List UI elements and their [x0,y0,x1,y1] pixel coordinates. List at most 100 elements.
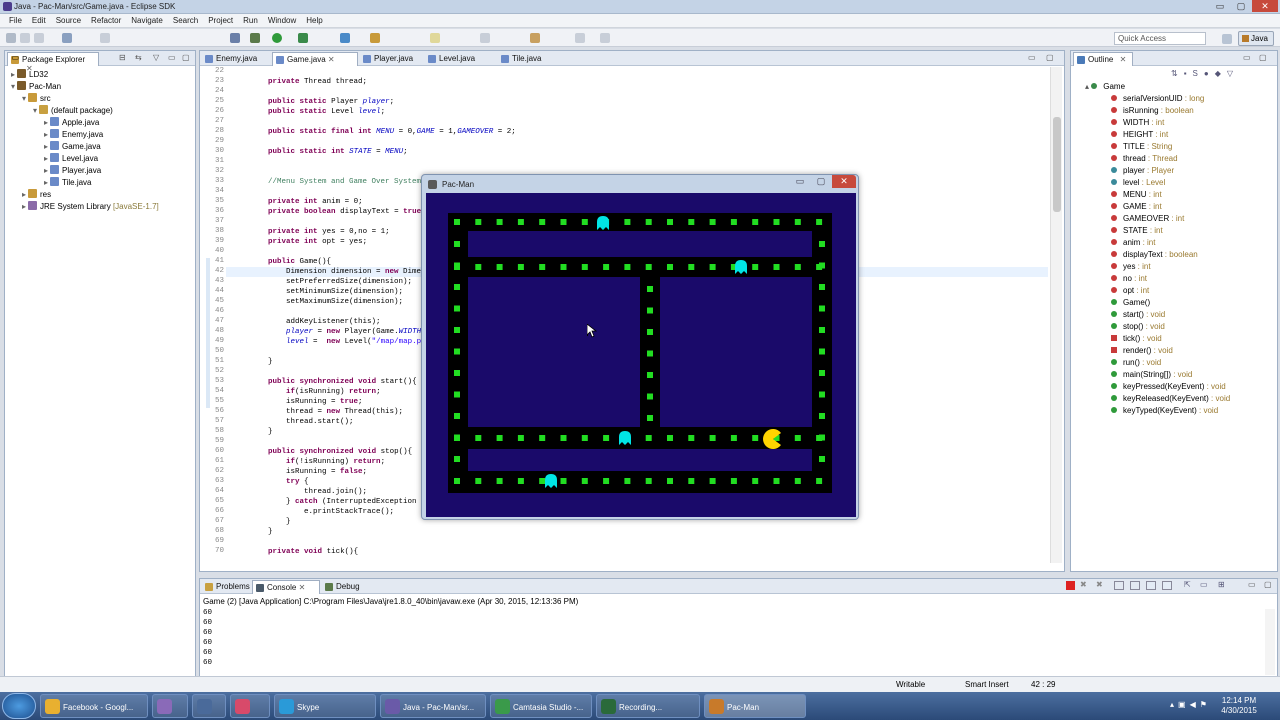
outline-item[interactable]: keyPressed(KeyEvent) : void [1111,382,1226,394]
outline-item[interactable]: no : int [1111,274,1147,286]
remove-launch-icon[interactable]: ✖ [1080,580,1087,589]
taskbar-clock[interactable]: 12:14 PM 4/30/2015 [1214,696,1264,716]
hide-nonpublic-icon[interactable]: ● [1204,69,1209,78]
outline-item[interactable]: displayText : boolean [1111,250,1198,262]
save-icon[interactable] [20,33,30,43]
minimize-view-icon[interactable]: ▭ [1243,53,1251,62]
hide-local-types-icon[interactable]: ◆ [1215,69,1221,78]
code-line[interactable]: private boolean displayText = true; [250,208,426,216]
code-line[interactable]: public synchronized void stop(){ [250,448,412,456]
word-wrap-icon[interactable] [1146,581,1156,590]
outline-item[interactable]: opt : int [1111,286,1149,298]
debug-icon[interactable] [250,33,260,43]
expand-arrow-icon[interactable]: ▸ [44,142,48,151]
game-minimize-button[interactable]: ▭ [790,175,810,188]
flag-icon[interactable]: ⚑ [1200,700,1207,709]
open-perspective-icon[interactable] [1222,34,1232,44]
coverage-icon[interactable] [298,33,308,43]
tab-debug[interactable]: Debug [322,580,366,594]
code-line[interactable]: public Game(){ [250,258,331,266]
pacman-task[interactable]: Pac-Man [704,694,806,718]
editor-minimize-icon[interactable]: ▭ [11,53,19,62]
outline-item[interactable]: MENU : int [1111,190,1162,202]
open-type-icon[interactable] [370,33,380,43]
menu-project[interactable]: Project [203,14,238,27]
explorer-task[interactable] [192,694,226,718]
code-line[interactable]: private int opt = yes; [250,238,367,246]
pin-editor-icon[interactable] [600,33,610,43]
code-line[interactable]: addKeyListener(this); [250,318,381,326]
perspective-java-button[interactable]: Java [1238,31,1274,46]
code-line[interactable]: isRunning = false; [250,468,367,476]
tab-game[interactable]: Game.java ✕ [272,52,358,66]
volume-icon[interactable]: ◀ [1190,700,1196,709]
maximize-view-icon[interactable]: ▢ [182,53,190,62]
package-tree-item[interactable]: ▸ res [22,189,51,201]
display-console-icon[interactable]: ▭ [1200,580,1208,589]
package-tree-item[interactable]: ▸ JRE System Library [JavaSE-1.7] [22,201,159,213]
code-line[interactable]: e.printStackTrace(); [250,508,394,516]
expand-arrow-icon[interactable]: ▸ [22,190,26,199]
new-class-icon[interactable] [340,33,350,43]
package-tree-item[interactable]: ▸ Level.java [44,153,98,165]
clear-console-icon[interactable] [1114,581,1124,590]
expand-arrow-icon[interactable]: ▸ [44,154,48,163]
expand-arrow-icon[interactable]: ▾ [11,82,15,91]
package-tree-item[interactable]: ▸ Apple.java [44,117,99,129]
close-tab-icon[interactable]: ✕ [326,55,335,64]
terminate-icon[interactable] [1066,581,1075,590]
package-tree-item[interactable]: ▸ Tile.java [44,177,92,189]
menu-run[interactable]: Run [238,14,263,27]
expand-arrow-icon[interactable]: ▸ [11,70,15,79]
scrollbar-thumb[interactable] [1053,117,1061,212]
recording-task[interactable]: Recording... [596,694,700,718]
outline-item[interactable]: GAMEOVER : int [1111,214,1184,226]
outline-item[interactable]: render() : void [1111,346,1173,358]
outline-item[interactable]: tick() : void [1111,334,1162,346]
back-icon[interactable] [530,33,540,43]
close-button[interactable]: ✕ [1252,0,1278,12]
package-tree-item[interactable]: ▸ LD32 [11,69,48,81]
tab-tile[interactable]: Tile.java [498,52,542,66]
next-annotation-icon[interactable] [480,33,490,43]
code-line[interactable]: level = new Level("/map/map.png" [250,338,435,346]
expand-arrow-icon[interactable]: ▸ [44,130,48,139]
code-line[interactable]: thread = new Thread(this); [250,408,403,416]
outline-item[interactable]: yes : int [1111,262,1151,274]
package-tree-item[interactable]: ▾ Pac-Man [11,81,61,93]
collapse-all-icon[interactable]: ⊟ [119,53,126,62]
outline-item[interactable]: main(String[]) : void [1111,370,1192,382]
outline-item[interactable]: level : Level [1111,178,1165,190]
code-line[interactable]: private void tick(){ [250,548,358,556]
run-icon[interactable] [272,33,282,43]
expand-arrow-icon[interactable]: ▾ [22,94,26,103]
expand-arrow-icon[interactable]: ▸ [22,202,26,211]
itunes-task[interactable] [230,694,270,718]
pacman-game-window[interactable]: Pac-Man ▭ ▢ ✕ [421,174,859,520]
forward-icon[interactable] [575,33,585,43]
minimize-view-icon[interactable]: ▭ [168,53,176,62]
network-icon[interactable]: ▣ [1178,700,1186,709]
outline-item[interactable]: TITLE : String [1111,142,1172,154]
editor-maximize-icon[interactable]: ▢ [1046,53,1054,62]
skype-task[interactable]: Skype [274,694,376,718]
tab-level[interactable]: Level.java [425,52,495,66]
minimize-view-icon[interactable]: ▭ [1248,580,1256,589]
tab-outline[interactable]: Outline ✕ [1073,52,1133,66]
maximize-view-icon[interactable]: ▢ [1264,580,1272,589]
print-icon[interactable] [62,33,72,43]
code-line[interactable]: if(!isRunning) return; [250,458,385,466]
code-line[interactable]: setMinimumSize(dimension); [250,288,403,296]
code-line[interactable]: Dimension dimension = new Dimensi [250,268,435,276]
tab-problems[interactable]: Problems [202,580,250,594]
outline-item[interactable]: anim : int [1111,238,1155,250]
minimize-button[interactable]: ▭ [1210,0,1230,12]
code-line[interactable]: player = new Player(Game.WIDTH/2, [250,328,435,336]
outline-item[interactable]: run() : void [1111,358,1161,370]
outline-item[interactable]: keyReleased(KeyEvent) : void [1111,394,1230,406]
package-tree-item[interactable]: ▾ (default package) [33,105,113,117]
code-line[interactable]: private Thread thread; [250,78,367,86]
eclipse-task[interactable] [152,694,188,718]
menu-file[interactable]: File [4,14,27,27]
maximize-view-icon[interactable]: ▢ [1259,53,1267,62]
